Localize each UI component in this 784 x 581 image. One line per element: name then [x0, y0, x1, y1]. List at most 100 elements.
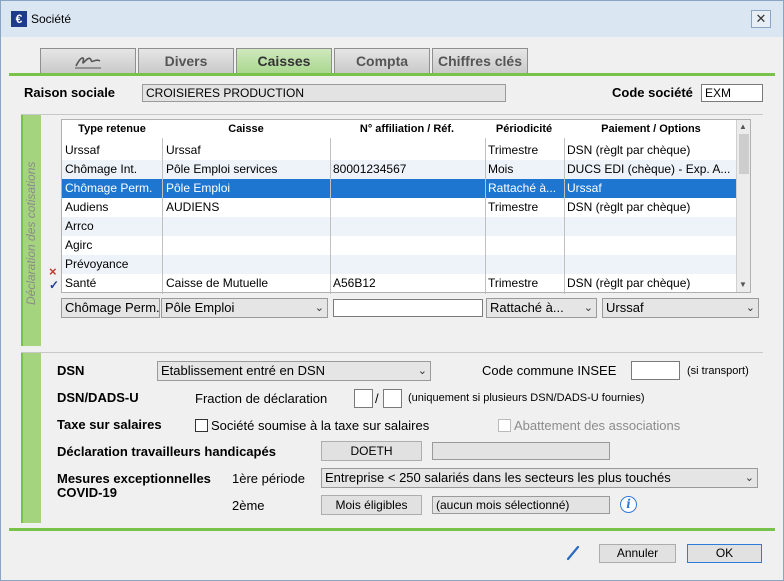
chevron-down-icon: ⌄ — [314, 302, 324, 314]
col-divider — [162, 138, 163, 294]
cell-caisse: AUDIENS — [166, 200, 220, 214]
col-divider — [330, 138, 331, 294]
cell-periodicite: Trimestre — [488, 143, 539, 157]
validate-row-icon[interactable]: ✓ — [49, 278, 59, 292]
col-affiliation: N° affiliation / Réf. — [359, 123, 455, 135]
cell-caisse: Caisse de Mutuelle — [166, 276, 269, 290]
tab-signature[interactable] — [40, 48, 136, 73]
abattement-checkbox-label[interactable]: Abattement des associations — [514, 418, 680, 433]
table-row[interactable]: Santé Caisse de Mutuelle A56B12 Trimestr… — [62, 274, 738, 293]
cell-type: Agirc — [65, 238, 93, 252]
chevron-down-icon: ⌄ — [417, 365, 427, 377]
close-button[interactable]: ✕ — [751, 10, 771, 28]
edit-type-combo[interactable]: Chômage Perm. — [61, 298, 160, 318]
table-row[interactable]: Urssaf Urssaf Trimestre DSN (règlt par c… — [62, 141, 738, 160]
tab-compta[interactable]: Compta — [334, 48, 430, 73]
chevron-down-icon: ⌄ — [583, 302, 593, 314]
cell-periodicite: Rattaché à... — [488, 181, 557, 195]
cotisations-table[interactable]: Type retenue Caisse N° affiliation / Réf… — [61, 119, 751, 294]
cell-periodicite: Trimestre — [488, 200, 539, 214]
table-row[interactable]: Chômage Int. Pôle Emploi services 800012… — [62, 160, 738, 179]
abattement-checkbox[interactable] — [498, 419, 511, 432]
edit-caisse-value: Pôle Emploi — [165, 300, 235, 315]
cell-paiement: DSN (règlt par chèque) — [567, 143, 691, 157]
cancel-button[interactable]: Annuler — [599, 544, 676, 563]
window-title: Société — [31, 12, 72, 26]
code-societe-field[interactable]: EXM — [701, 84, 763, 102]
edit-caisse-combo[interactable]: Pôle Emploi ⌄ — [161, 298, 328, 318]
cell-periodicite: Mois — [488, 162, 514, 176]
table-row-selected[interactable]: Chômage Perm. Pôle Emploi Rattaché à... … — [62, 179, 738, 198]
fraction-denominator-input[interactable] — [383, 389, 402, 408]
edit-affiliation-input[interactable] — [333, 299, 483, 317]
cell-type: Prévoyance — [65, 257, 129, 271]
tab-underline — [9, 73, 775, 76]
societe-window: € Société ✕ Divers Caisses Compta Chiffr… — [0, 0, 784, 581]
cell-type: Chômage Perm. — [65, 181, 153, 195]
fraction-numerator-input[interactable] — [354, 389, 373, 408]
ok-button[interactable]: OK — [687, 544, 762, 563]
cell-affiliation: A56B12 — [333, 276, 376, 290]
covid-label-line1: Mesures exceptionnelles — [57, 471, 211, 486]
dsn-value: Etablissement entré en DSN — [161, 363, 326, 378]
chevron-down-icon: ⌄ — [744, 472, 754, 484]
cell-caisse: Pôle Emploi services — [166, 162, 278, 176]
table-row[interactable]: Arrco — [62, 217, 738, 236]
cell-type: Chômage Int. — [65, 162, 138, 176]
cell-type: Santé — [65, 276, 97, 290]
chevron-down-icon: ⌄ — [745, 302, 755, 314]
periode1-label: 1ère période — [232, 471, 305, 486]
cell-affiliation: 80001234567 — [333, 162, 407, 176]
info-icon[interactable]: i — [620, 496, 637, 513]
cell-paiement: DSN (règlt par chèque) — [567, 200, 691, 214]
table-row[interactable]: Agirc — [62, 236, 738, 255]
taxe-salaires-checkbox[interactable] — [195, 419, 208, 432]
col-divider — [485, 138, 486, 294]
scroll-thumb[interactable] — [739, 134, 749, 174]
col-type: Type retenue — [78, 123, 146, 135]
table-scrollbar[interactable]: ▲ ▼ — [736, 120, 750, 292]
dsn-dads-label: DSN/DADS-U — [57, 390, 139, 405]
col-caisse: Caisse — [228, 123, 264, 135]
code-societe-label: Code société — [612, 85, 693, 100]
mois-eligibles-button[interactable]: Mois éligibles — [321, 495, 422, 515]
code-commune-label: Code commune INSEE — [482, 363, 617, 378]
fraction-note: (uniquement si plusieurs DSN/DADS-U four… — [408, 392, 645, 404]
edit-paiement-value: Urssaf — [606, 300, 644, 315]
cell-type: Urssaf — [65, 143, 100, 157]
edit-periodicite-combo[interactable]: Rattaché à... ⌄ — [486, 298, 597, 318]
pen-icon[interactable] — [565, 544, 583, 562]
handicap-field[interactable] — [432, 442, 610, 460]
raison-sociale-label: Raison sociale — [24, 85, 116, 100]
fraction-separator: / — [375, 391, 379, 406]
delete-row-icon[interactable]: × — [49, 264, 57, 279]
code-commune-note: (si transport) — [687, 365, 749, 377]
table-header: Type retenue Caisse N° affiliation / Réf… — [62, 120, 738, 138]
raison-sociale-field[interactable]: CROISIERES PRODUCTION — [142, 84, 506, 102]
col-divider — [564, 138, 565, 294]
edit-type-value: Chômage Perm. — [65, 300, 160, 315]
dsn-combo[interactable]: Etablissement entré en DSN ⌄ — [157, 361, 431, 381]
mois-field: (aucun mois sélectionné) — [432, 496, 610, 514]
taxe-salaires-checkbox-label[interactable]: Société soumise à la taxe sur salaires — [211, 418, 429, 433]
signature-icon — [75, 57, 101, 69]
scroll-up-icon[interactable]: ▲ — [739, 122, 747, 131]
tab-chiffres-cles[interactable]: Chiffres clés — [432, 48, 528, 73]
tab-divers[interactable]: Divers — [138, 48, 234, 73]
code-commune-input[interactable] — [631, 361, 680, 380]
cell-caisse: Pôle Emploi — [166, 181, 231, 195]
table-row[interactable]: Prévoyance — [62, 255, 738, 274]
scroll-down-icon[interactable]: ▼ — [739, 280, 747, 289]
edit-paiement-combo[interactable]: Urssaf ⌄ — [602, 298, 759, 318]
doeth-button[interactable]: DOETH — [321, 441, 422, 461]
edit-periodicite-value: Rattaché à... — [490, 300, 564, 315]
cotisations-side-label: Déclaration des cotisations — [24, 161, 38, 305]
periode1-combo[interactable]: Entreprise < 250 salariés dans les secte… — [321, 468, 758, 488]
footer-rule — [9, 528, 775, 531]
cell-paiement: DUCS EDI (chèque) - Exp. A... — [567, 162, 731, 176]
cell-paiement: DSN (règlt par chèque) — [567, 276, 691, 290]
tab-caisses[interactable]: Caisses — [236, 48, 332, 74]
periode2-label: 2ème — [232, 498, 265, 513]
table-row[interactable]: Audiens AUDIENS Trimestre DSN (règlt par… — [62, 198, 738, 217]
title-bar[interactable]: € Société ✕ — [1, 1, 783, 37]
